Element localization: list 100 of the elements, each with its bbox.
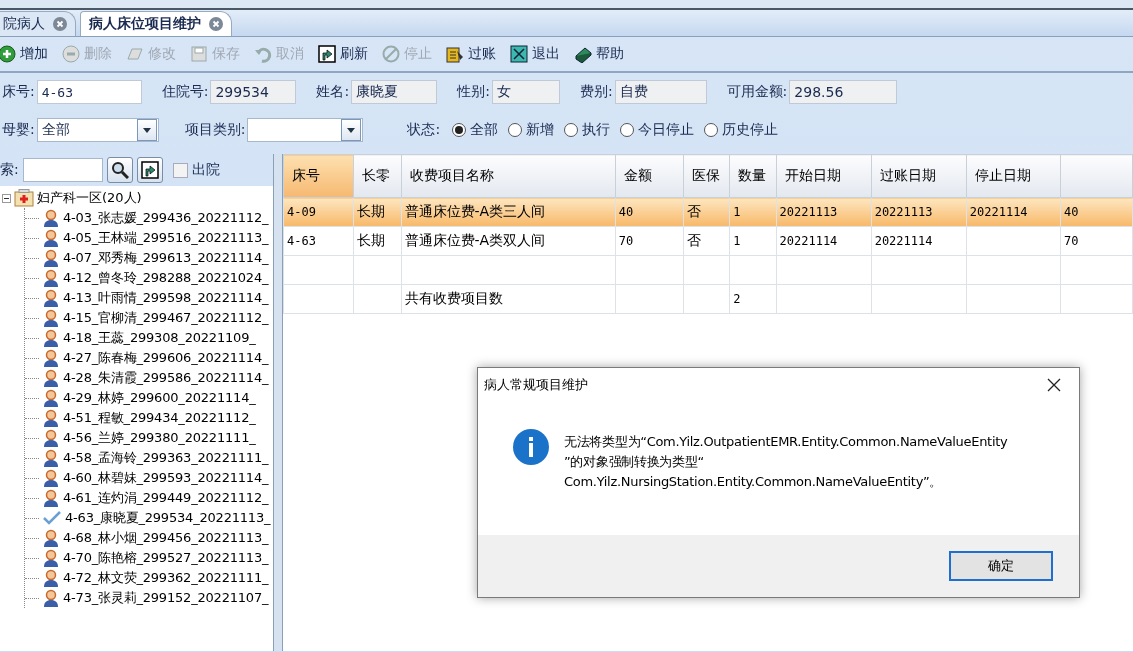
field-label: 姓名:: [316, 83, 350, 101]
search-field[interactable]: [22, 158, 103, 182]
tree-item[interactable]: 4-07_邓秀梅_299613_20221114_: [63, 249, 269, 267]
tree-item[interactable]: 4-29_林婷_299600_20221114_: [63, 389, 256, 407]
tree-item[interactable]: 4-05_王林端_299516_20221113_: [63, 229, 269, 247]
field-label: 性别:: [457, 83, 490, 101]
column-header[interactable]: 停止日期: [966, 154, 1061, 198]
text-field[interactable]: 299534: [210, 80, 297, 104]
ok-button[interactable]: 确定: [949, 551, 1053, 581]
table-cell: 40: [1060, 197, 1133, 227]
text-field[interactable]: 女: [491, 80, 560, 104]
text-field[interactable]: 4-63: [36, 80, 142, 104]
tree-item[interactable]: 4-72_林文荧_299362_20221111_: [63, 569, 269, 587]
person-icon: [43, 289, 59, 307]
error-message: 无法将类型为“Com.Yilz.OutpatientEMR.Entity.Common.NameValueEntity ”的对象强制转换为类型“ Com.Yilz.NursingStation.Entity.Common.NameValueEntity”。: [564, 433, 1008, 491]
search-button[interactable]: [106, 157, 133, 183]
table-cell: 20221114: [871, 226, 967, 256]
collapse-icon[interactable]: [2, 193, 11, 203]
toolbar-button[interactable]: 退出: [506, 45, 564, 63]
info-icon: [512, 428, 550, 466]
person-icon: [43, 369, 59, 387]
toolbar-button[interactable]: 刷新: [314, 45, 372, 63]
column-header[interactable]: 收费项目名称: [401, 154, 616, 198]
tree-item[interactable]: 4-61_连灼涓_299449_20221112_: [63, 489, 269, 507]
undo-icon: [254, 45, 272, 63]
checkbox-label: 出院: [191, 161, 220, 179]
person-icon: [43, 229, 59, 247]
person-icon: [43, 209, 59, 227]
close-icon[interactable]: [1047, 378, 1061, 392]
radio-option[interactable]: 今日停止: [620, 121, 695, 139]
text-field[interactable]: 康晓夏: [351, 80, 438, 104]
column-header[interactable]: 过账日期: [871, 154, 967, 198]
table-cell: 否: [683, 226, 730, 256]
radio-option[interactable]: 新增: [508, 121, 555, 139]
tree-item[interactable]: 4-68_林小烟_299456_20221113_: [63, 529, 269, 547]
tree-item[interactable]: 4-18_王蕊_299308_20221109_: [63, 329, 256, 347]
table-cell: 20221114: [776, 226, 872, 256]
tree-item[interactable]: 4-13_叶雨情_299598_20221114_: [63, 289, 269, 307]
ledger-icon: [446, 45, 464, 63]
table-cell: 20221114: [966, 197, 1061, 227]
field-label: 状态:: [407, 121, 441, 139]
person-icon: [43, 589, 59, 607]
splitter-bar[interactable]: [274, 154, 283, 651]
column-header[interactable]: 长零: [353, 154, 401, 198]
tree-item[interactable]: 4-58_孟海铃_299363_20221111_: [63, 449, 269, 467]
person-icon: [43, 449, 59, 467]
tree-item[interactable]: 4-15_官柳清_299467_20221112_: [63, 309, 269, 327]
checkmark-icon: [43, 511, 61, 525]
field-label: 费别:: [579, 83, 613, 101]
column-header[interactable]: 医保: [683, 154, 730, 198]
tree-item[interactable]: 4-60_林碧妹_299593_20221114_: [63, 469, 269, 487]
plus-icon: [0, 45, 16, 63]
text-field[interactable]: 自费: [614, 80, 707, 104]
tab[interactable]: 病人床位项目维护: [80, 11, 232, 36]
tab[interactable]: 院病人: [0, 11, 76, 36]
tree-item[interactable]: 4-12_曾冬玲_298288_20221024_: [63, 269, 269, 287]
person-icon: [43, 529, 59, 547]
eraser-icon: [126, 45, 144, 63]
prohibited-icon: [382, 45, 400, 63]
field-label: 母婴:: [2, 121, 35, 139]
radio-option[interactable]: 执行: [564, 121, 611, 139]
tree-item[interactable]: 4-56_兰婷_299380_20221111_: [63, 429, 256, 447]
toolbar-button[interactable]: 过账: [442, 45, 500, 63]
column-header[interactable]: 开始日期: [776, 154, 872, 198]
save-icon: [190, 45, 208, 63]
column-header[interactable]: 床号: [283, 154, 354, 198]
tree-item[interactable]: 4-73_张灵莉_299152_20221107_: [63, 589, 269, 607]
person-icon: [43, 329, 59, 347]
tree-item[interactable]: 4-51_程敏_299434_20221112_: [63, 409, 256, 427]
exit-icon: [510, 45, 528, 63]
radio-option[interactable]: 历史停止: [704, 121, 779, 139]
column-header[interactable]: 数量: [729, 154, 777, 198]
tree-item[interactable]: 4-70_陈艳榕_299527_20221113_: [63, 549, 269, 567]
person-icon: [43, 349, 59, 367]
book-icon: [574, 45, 592, 63]
tree-item[interactable]: 4-03_张志媛_299436_20221112_: [63, 209, 269, 227]
tree-item[interactable]: 4-28_朱清霞_299586_20221114_: [63, 369, 269, 387]
person-icon: [43, 269, 59, 287]
tree-item[interactable]: 4-27_陈春梅_299606_20221114_: [63, 349, 269, 367]
combo-box[interactable]: 全部: [36, 118, 159, 142]
door-arrow-button[interactable]: [136, 157, 163, 183]
field-label: 项目类别:: [184, 121, 246, 139]
table-cell: 长期: [353, 226, 401, 256]
table-cell: 20221113: [776, 197, 872, 227]
field-label: 床号:: [2, 83, 35, 101]
tree-item[interactable]: 4-63_康晓夏_299534_20221113_: [65, 509, 271, 527]
table-cell: 普通床位费-A类双人间: [401, 226, 616, 256]
table-cell: 1: [729, 226, 777, 256]
tree-node[interactable]: 妇产科一区(20人): [37, 189, 142, 207]
person-icon: [43, 389, 59, 407]
checkbox[interactable]: [172, 162, 188, 178]
radio-option[interactable]: 全部: [452, 121, 499, 139]
column-header[interactable]: 金额: [615, 154, 684, 198]
combo-box[interactable]: [247, 118, 364, 142]
person-icon: [43, 549, 59, 567]
toolbar-button[interactable]: 增加: [0, 45, 52, 63]
table-cell: 40: [615, 197, 684, 227]
person-icon: [43, 429, 59, 447]
text-field[interactable]: 298.56: [789, 80, 898, 104]
toolbar-button[interactable]: 帮助: [570, 45, 628, 63]
